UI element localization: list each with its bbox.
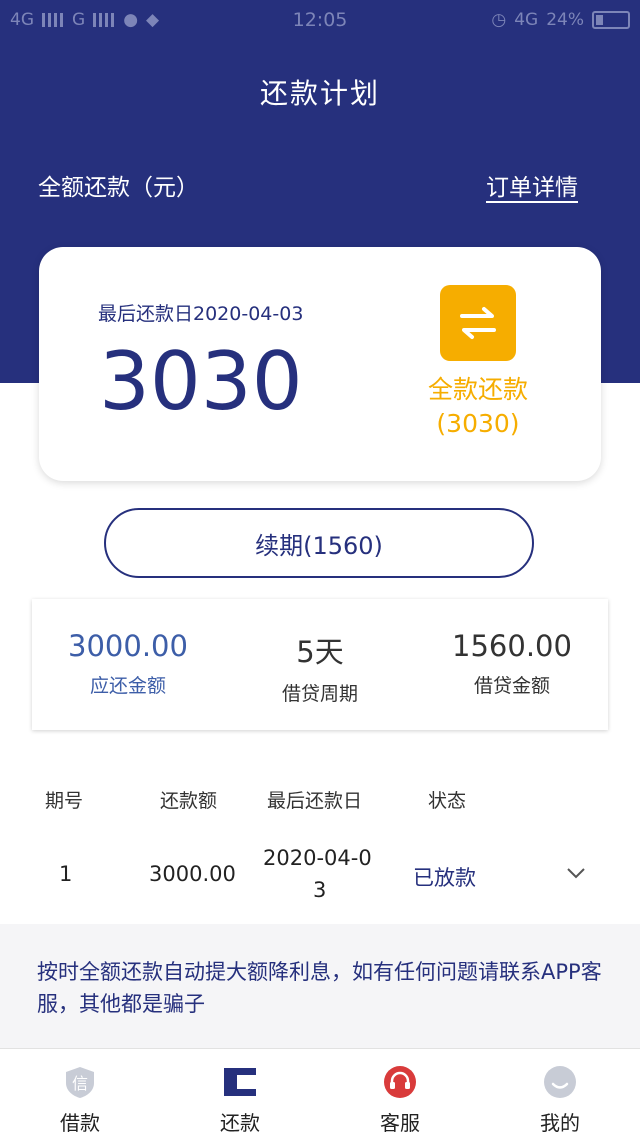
- stat-value: 5天: [296, 635, 344, 669]
- stat-label: 借贷金额: [473, 675, 550, 697]
- row-amount: 3000.00: [149, 862, 236, 886]
- loan-shield-glyph: 信: [72, 1074, 88, 1093]
- alarm-icon: ◷: [491, 10, 507, 30]
- loan-shield-icon: 信: [66, 1067, 94, 1098]
- column-header-amount: 还款额: [160, 790, 218, 812]
- tab-loan[interactable]: 信 借款: [20, 1049, 140, 1139]
- stat-value: 3000.00: [68, 629, 188, 663]
- row-period: 1: [59, 862, 73, 886]
- notice-banner: 按时全额还款自动提大额降利息，如有任何问题请联系APP客服，其他都是骗子: [0, 924, 640, 1048]
- page-title: 还款计划: [259, 77, 380, 110]
- full-repay-amount[interactable]: (3030): [399, 409, 557, 438]
- column-header-due-date: 最后还款日: [267, 790, 363, 812]
- full-repay-button-label[interactable]: 全款还款: [399, 370, 557, 406]
- bottom-tab-bar: 信 借款 还款 客服 我的: [0, 1048, 640, 1139]
- profile-face-icon: [544, 1066, 576, 1098]
- repay-amount: 3030: [99, 335, 303, 428]
- tab-support[interactable]: 客服: [340, 1049, 460, 1139]
- headset-icon: [384, 1066, 416, 1098]
- tab-label: 还款: [220, 1111, 260, 1135]
- stat-loan-period: 5天 借贷周期: [230, 629, 410, 706]
- row-status: 已放款: [413, 866, 476, 890]
- repay-icon: [224, 1068, 256, 1096]
- full-repay-label: 全额还款（元）: [38, 175, 199, 201]
- stat-label: 借贷周期: [281, 683, 358, 705]
- column-header-period: 期号: [45, 790, 84, 812]
- status-bar: 4G G ● ◆ 12:05 ◷ 4G 24%: [0, 0, 640, 40]
- battery-percent: 24%: [546, 10, 584, 30]
- chevron-down-icon[interactable]: [566, 866, 586, 880]
- loan-stats: 3000.00 应还金额 5天 借贷周期 1560.00 借贷金额: [32, 599, 608, 730]
- due-date: 最后还款日2020-04-03: [98, 303, 304, 325]
- tab-label: 借款: [60, 1111, 100, 1135]
- battery-icon: [592, 11, 630, 29]
- order-details-link[interactable]: 订单详情: [486, 168, 578, 202]
- tab-label: 客服: [380, 1111, 420, 1135]
- tab-repay[interactable]: 还款: [180, 1049, 300, 1139]
- network-4g-right: 4G: [514, 10, 539, 30]
- tab-profile[interactable]: 我的: [500, 1049, 620, 1139]
- column-header-status: 状态: [428, 790, 467, 812]
- stat-loan-amount: 1560.00 借贷金额: [422, 629, 602, 698]
- stat-value: 1560.00: [452, 629, 572, 663]
- renew-button[interactable]: 续期(1560): [104, 508, 534, 578]
- swap-icon[interactable]: [440, 285, 516, 361]
- row-date-line1: 2020-04-0: [263, 846, 372, 870]
- stat-label: 应还金额: [89, 675, 166, 697]
- notice-text: 按时全额还款自动提大额降利息，如有任何问题请联系APP客服，其他都是骗子: [37, 960, 602, 1016]
- tab-label: 我的: [540, 1111, 580, 1135]
- row-date-line2: 3: [313, 878, 327, 902]
- stat-due-amount: 3000.00 应还金额: [38, 629, 218, 698]
- repayment-card: 最后还款日2020-04-03 3030 全款还款 (3030): [39, 247, 601, 481]
